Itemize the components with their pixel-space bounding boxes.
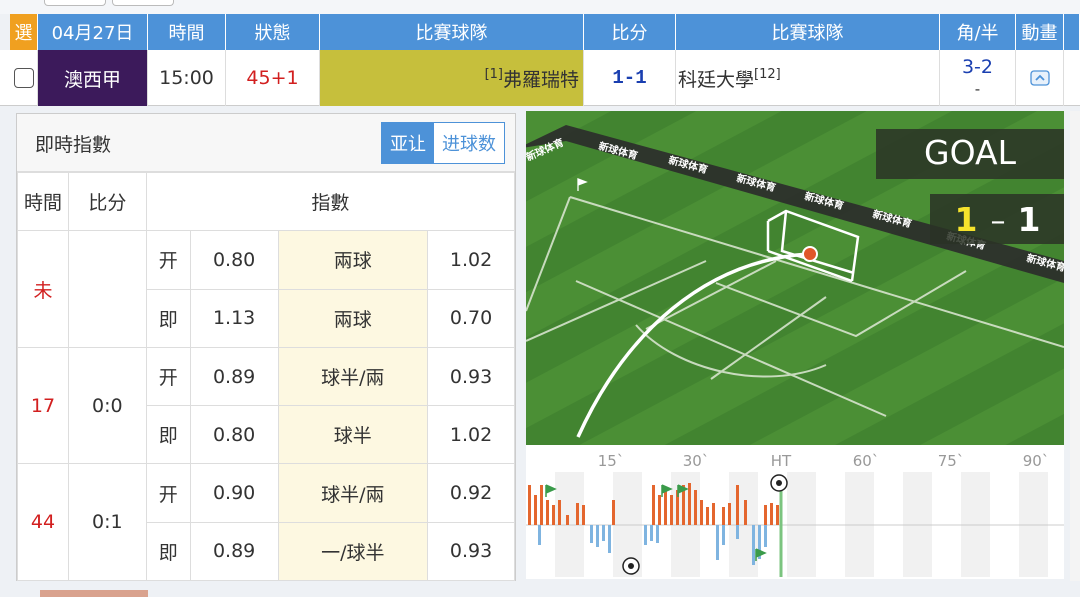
match-timeline[interactable]: 15` 30` HT 60` 75` 90` <box>526 445 1064 579</box>
header-animation: 動畫 <box>1016 14 1064 50</box>
group-time: 未 <box>17 230 69 348</box>
odds-kind: 开 <box>145 346 191 407</box>
select-cell <box>10 50 38 106</box>
odds-home: 0.80 <box>189 405 279 465</box>
tick-ht: HT <box>771 452 792 470</box>
right-edge <box>1070 111 1080 581</box>
odds-away: 1.02 <box>427 405 515 465</box>
corner-half-cell: 3-2 - <box>940 50 1016 106</box>
tab-total-goals[interactable]: 进球数 <box>434 123 504 163</box>
table-row[interactable]: 17 0:0 开 0.89 球半/兩 0.93 <box>17 346 515 465</box>
odds-kind: 开 <box>145 463 191 523</box>
odds-home: 0.80 <box>189 230 279 290</box>
header-date[interactable]: 04月27日 <box>38 14 148 50</box>
home-team-cell[interactable]: [1] 弗羅瑞特 <box>320 50 584 106</box>
table-row[interactable]: 未 开 0.80 兩球 1.02 <box>17 230 515 348</box>
half-score: - <box>974 80 981 98</box>
table-row[interactable]: 44 0:1 开 0.90 球半/兩 0.92 <box>17 463 515 582</box>
header-status: 狀態 <box>226 14 320 50</box>
group-score: 0:0 <box>67 346 147 465</box>
odds-away: 0.92 <box>427 463 515 523</box>
col-score: 比分 <box>67 171 147 232</box>
odds-kind: 即 <box>145 521 191 582</box>
top-button-left[interactable] <box>44 0 106 6</box>
header-score: 比分 <box>584 14 676 50</box>
odds-away: 0.93 <box>427 521 515 582</box>
tick-90: 90` <box>1023 452 1050 470</box>
match-row[interactable]: 澳西甲 15:00 45+1 [1] 弗羅瑞特 1-1 科廷大學 [12] 3-2 … <box>0 50 1080 106</box>
odds-home: 0.89 <box>189 521 279 582</box>
tick-30: 30` <box>683 452 710 470</box>
score-home: 1 <box>955 200 978 239</box>
odds-line: 球半/兩 <box>277 346 429 407</box>
odds-line: 球半 <box>277 405 429 465</box>
group-time: 44 <box>17 463 69 582</box>
home-rank: [1] <box>484 66 503 82</box>
bottom-strip <box>0 581 1080 597</box>
odds-away: 0.70 <box>427 288 515 348</box>
odds-away: 0.93 <box>427 346 515 407</box>
pitch-graphic: 新球体育 新球体育 新球体育 新球体育 新球体育 新球体育 新球体育 新球体育 … <box>526 111 1064 445</box>
odds-table: 時間 比分 指數 未 开 0.80 兩球 1.02 即 1.13 兩球 0.70… <box>17 171 516 582</box>
corner-count: 3-2 <box>961 56 994 78</box>
odds-line: 球半/兩 <box>277 463 429 523</box>
match-animation[interactable]: 新球体育 新球体育 新球体育 新球体育 新球体育 新球体育 新球体育 新球体育 … <box>526 111 1064 445</box>
away-rank: [12] <box>754 66 781 82</box>
group-score: 0:1 <box>67 463 147 582</box>
timeline-graphic: 15` 30` HT 60` 75` 90` <box>526 452 1064 577</box>
odds-panel-title: 即時指數 <box>35 134 112 156</box>
tick-60: 60` <box>853 452 880 470</box>
header-corner-half: 角/半 <box>940 14 1016 50</box>
header-extra <box>1064 14 1080 50</box>
odds-line: 兩球 <box>277 288 429 348</box>
col-index: 指數 <box>145 171 516 232</box>
tick-15: 15` <box>598 452 625 470</box>
odds-line: 兩球 <box>277 230 429 290</box>
score-away: 1 <box>1018 200 1041 239</box>
timeline-ticks: 15` 30` HT 60` 75` 90` <box>598 452 1050 470</box>
odds-home: 0.90 <box>189 463 279 523</box>
away-team-cell[interactable]: 科廷大學 [12] <box>676 50 940 106</box>
group-time: 17 <box>17 346 69 465</box>
animation-cell <box>1016 50 1064 106</box>
odds-tabs: 亚让 进球数 <box>381 122 505 164</box>
tick-75: 75` <box>938 452 965 470</box>
ball-icon <box>802 246 818 262</box>
tab-handicap[interactable]: 亚让 <box>382 123 434 163</box>
odds-home: 1.13 <box>189 288 279 348</box>
odds-home: 0.89 <box>189 346 279 407</box>
header-home-team: 比賽球隊 <box>320 14 584 50</box>
row-extra <box>1064 50 1080 106</box>
next-row-league[interactable] <box>40 590 148 597</box>
goal-label: GOAL <box>924 133 1017 172</box>
select-checkbox[interactable] <box>13 68 34 88</box>
header-away-team: 比賽球隊 <box>676 14 940 50</box>
header-time: 時間 <box>148 14 226 50</box>
group-score <box>67 230 147 348</box>
header-select: 選 <box>10 14 38 50</box>
league-cell[interactable]: 澳西甲 <box>38 50 148 106</box>
goal-ball-icon <box>622 557 640 575</box>
collapse-icon[interactable] <box>1029 70 1050 86</box>
match-time: 15:00 <box>148 50 226 106</box>
match-status: 45+1 <box>226 50 320 106</box>
odds-away: 1.02 <box>427 230 515 290</box>
away-team-name: 科廷大學 <box>678 68 755 91</box>
odds-line: 一/球半 <box>277 521 429 582</box>
table-header: 選 04月27日 時間 狀態 比賽球隊 比分 比賽球隊 角/半 動畫 <box>0 14 1080 50</box>
odds-panel: 即時指數 亚让 进球数 時間 比分 指數 未 开 0.80 兩球 1.02 即 … <box>16 113 516 582</box>
match-score[interactable]: 1-1 <box>584 50 676 106</box>
score-separator: – <box>991 204 1006 239</box>
goal-ball-icon <box>770 474 788 492</box>
odds-kind: 即 <box>145 405 191 465</box>
col-time: 時間 <box>17 171 69 232</box>
home-team-name: 弗羅瑞特 <box>502 68 579 91</box>
top-button-right[interactable] <box>112 0 174 6</box>
odds-kind: 即 <box>145 288 191 348</box>
odds-panel-header: 即時指數 亚让 进球数 <box>17 114 515 172</box>
odds-kind: 开 <box>145 230 191 290</box>
